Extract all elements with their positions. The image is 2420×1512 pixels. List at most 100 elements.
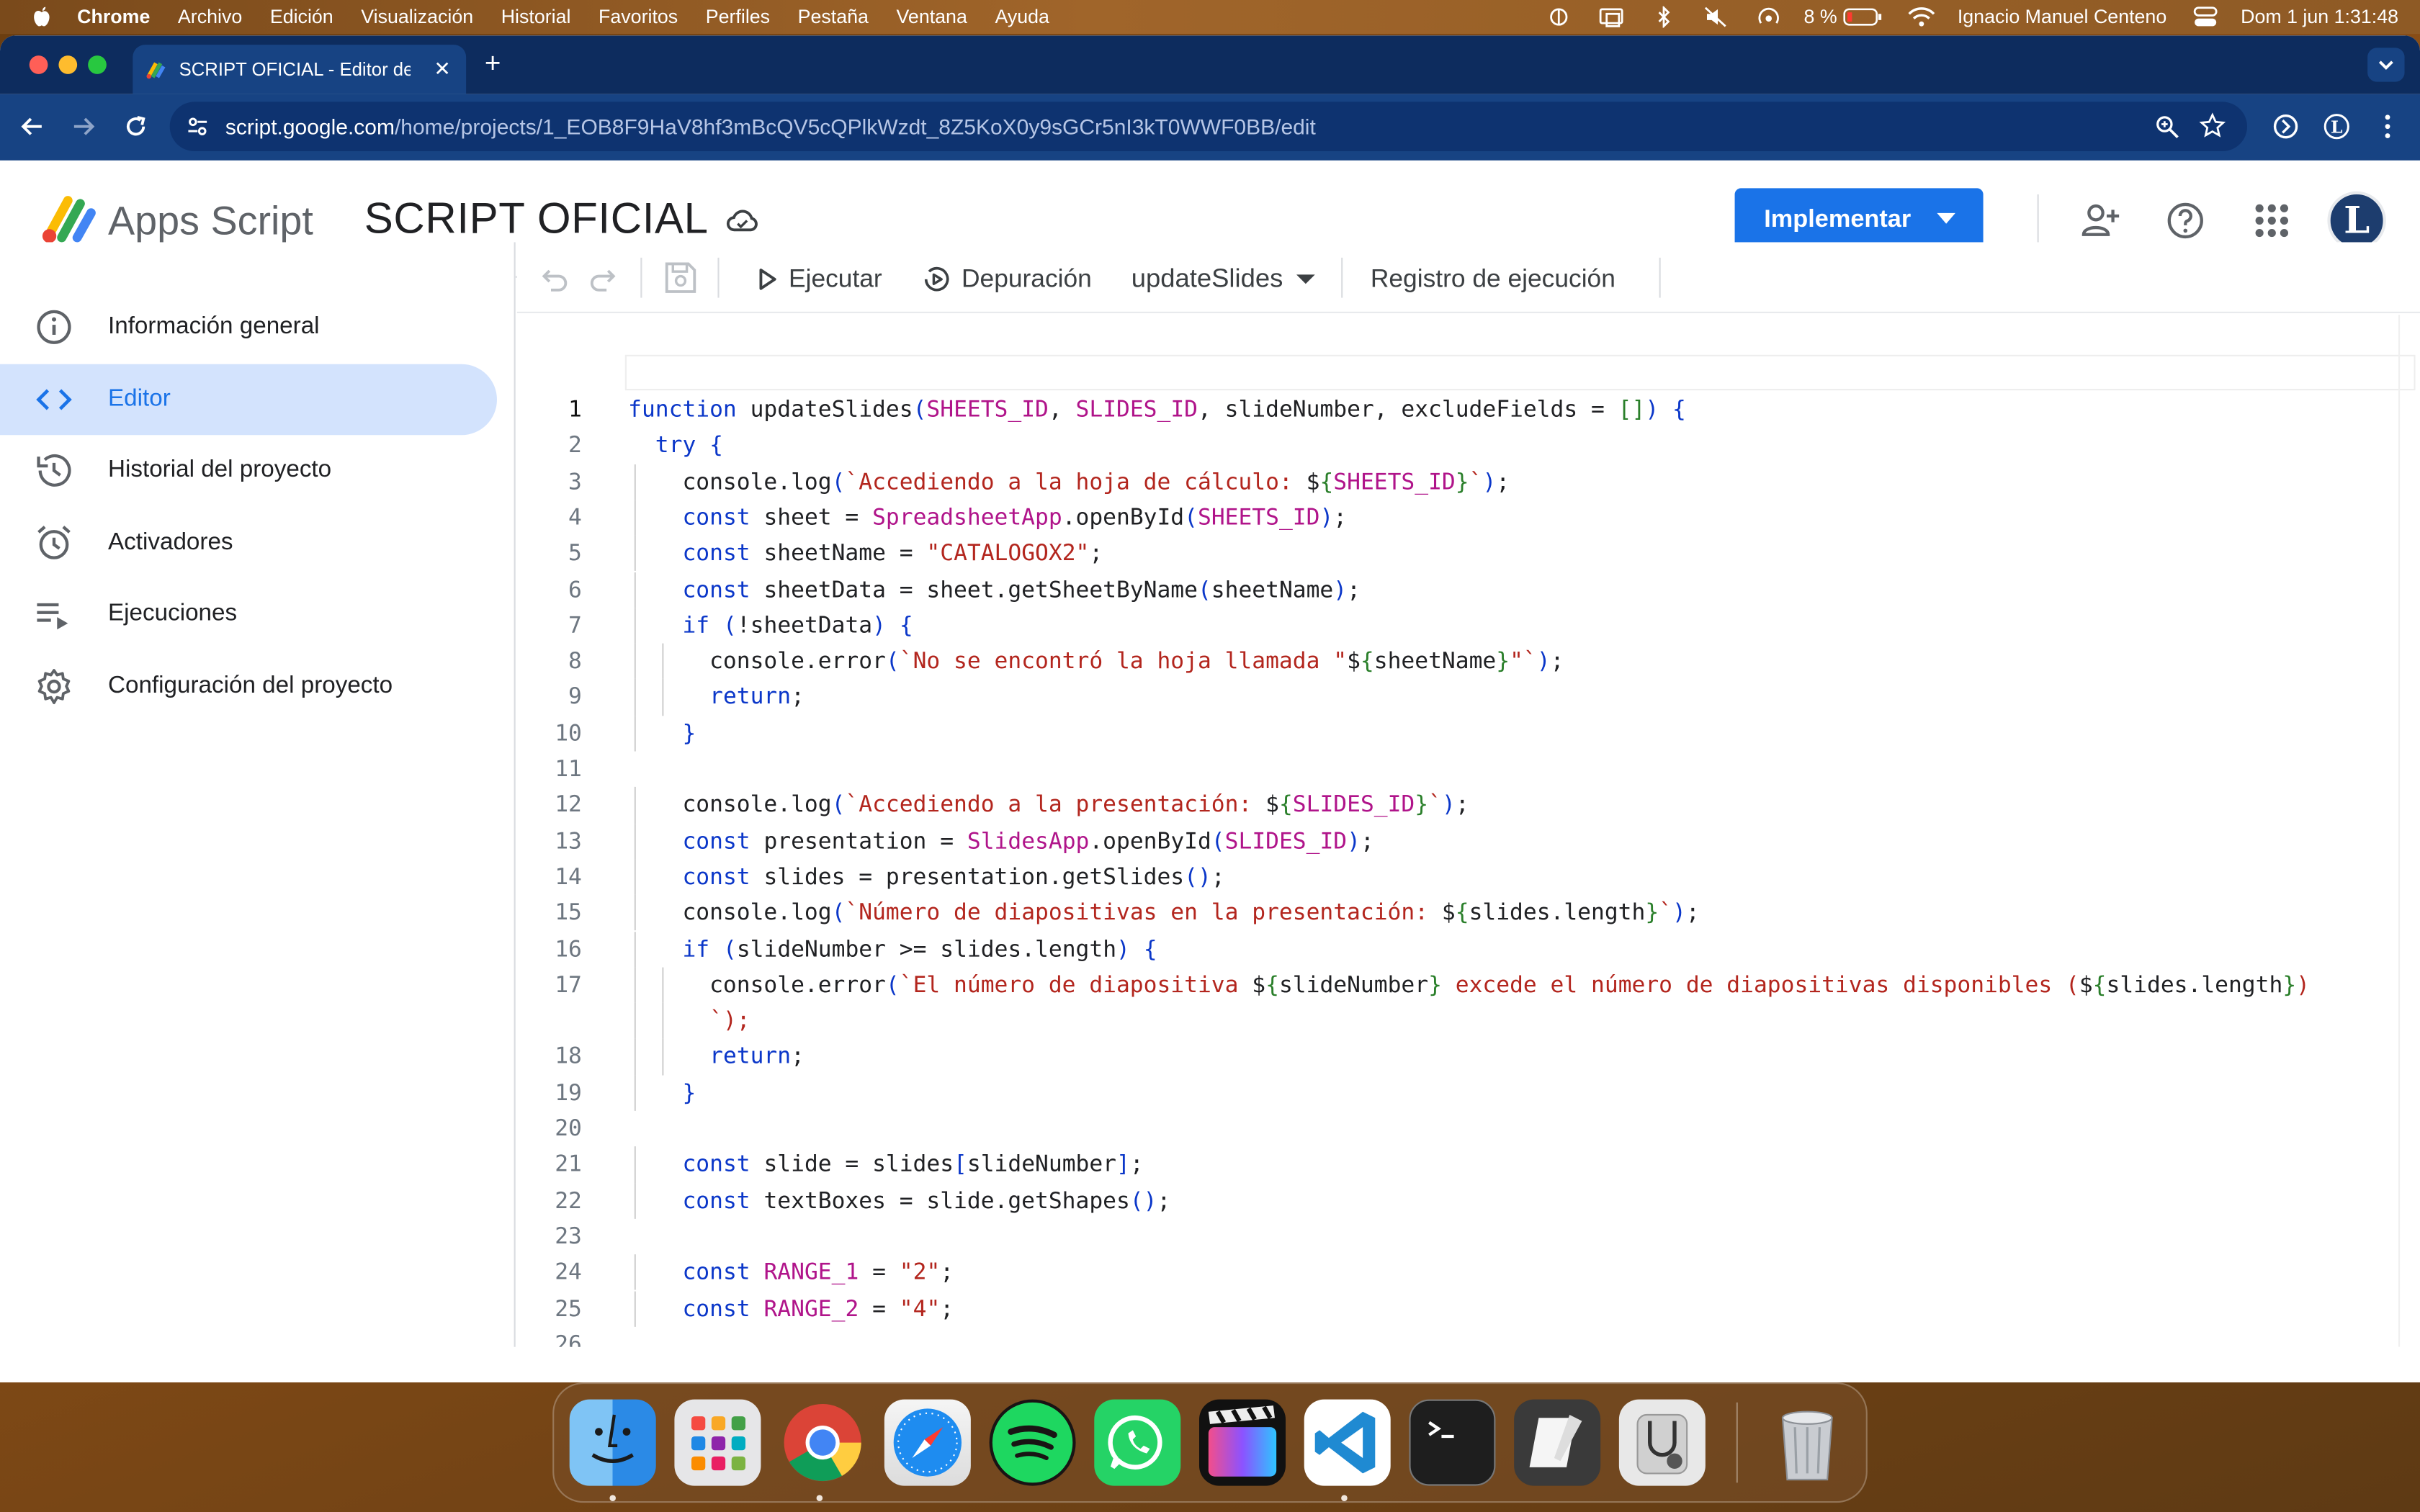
- code-line[interactable]: `);: [517, 1003, 2420, 1039]
- code-line[interactable]: 8 console.error(`No se encontró la hoja …: [517, 643, 2420, 680]
- redo-icon[interactable]: [588, 264, 619, 294]
- sidebar-item-editor[interactable]: Editor: [0, 364, 497, 436]
- profile-extension-icon[interactable]: L: [2323, 112, 2351, 140]
- dock-app-disk-utility[interactable]: [1618, 1399, 1706, 1486]
- screen-mirroring-icon[interactable]: [1597, 6, 1625, 28]
- dock-trash[interactable]: [1764, 1400, 1850, 1486]
- code-line[interactable]: 13 const presentation = SlidesApp.openBy…: [517, 823, 2420, 860]
- zoom-icon[interactable]: [2154, 114, 2179, 139]
- code-line[interactable]: 15 console.log(`Número de diapositivas e…: [517, 895, 2420, 932]
- clock[interactable]: Dom 1 jun 1:31:48: [2241, 6, 2398, 28]
- dock-app-launchpad[interactable]: [674, 1399, 761, 1486]
- code-line[interactable]: 7 if (!sheetData) {: [517, 607, 2420, 644]
- menu-archivo[interactable]: Archivo: [178, 6, 242, 28]
- menu-edicion[interactable]: Edición: [270, 6, 333, 28]
- save-icon[interactable]: [662, 259, 699, 296]
- sidebar-item-settings[interactable]: Configuración del proyecto: [0, 651, 497, 722]
- dock-app-whatsapp[interactable]: [1094, 1399, 1181, 1486]
- code-line[interactable]: 19 }: [517, 1074, 2420, 1111]
- pin-status-icon[interactable]: [1545, 6, 1573, 28]
- dock-app-chrome[interactable]: [779, 1400, 866, 1486]
- code-line[interactable]: 16 if (slideNumber >= slides.length) {: [517, 931, 2420, 968]
- control-center-icon[interactable]: [2192, 6, 2220, 28]
- browser-menu-icon[interactable]: [2374, 112, 2402, 140]
- project-title[interactable]: SCRIPT OFICIAL: [364, 194, 709, 244]
- wifi-icon[interactable]: [1908, 6, 1936, 28]
- code-line[interactable]: 26: [517, 1326, 2420, 1347]
- code-line[interactable]: 18 return;: [517, 1038, 2420, 1075]
- minimize-window-button[interactable]: [58, 55, 78, 74]
- back-icon[interactable]: [19, 112, 47, 140]
- site-info-icon[interactable]: [185, 114, 210, 139]
- apple-logo-icon[interactable]: [28, 6, 56, 28]
- undo-icon[interactable]: [539, 264, 570, 294]
- code-editor[interactable]: 1 function updateSlides(SHEETS_ID, SLIDES…: [516, 315, 2420, 1347]
- dock-app-final-cut-pro[interactable]: [1199, 1399, 1286, 1486]
- code-line[interactable]: 9 return;: [517, 679, 2420, 716]
- code-line[interactable]: 23: [517, 1219, 2420, 1255]
- close-window-button[interactable]: [29, 55, 48, 74]
- tab-close-icon[interactable]: ✕: [434, 57, 450, 81]
- code-line[interactable]: 12 console.log(`Accediendo a la presenta…: [517, 787, 2420, 824]
- menu-ayuda[interactable]: Ayuda: [995, 6, 1049, 28]
- code-line[interactable]: 11: [517, 752, 2420, 788]
- code-line[interactable]: 1 function updateSlides(SHEETS_ID, SLIDES…: [517, 392, 2420, 428]
- execution-log-button[interactable]: Registro de ejecución: [1371, 255, 1615, 305]
- account-avatar[interactable]: L: [2327, 191, 2386, 251]
- dock-app-terminal[interactable]: [1409, 1399, 1496, 1486]
- bookmark-star-icon[interactable]: [2199, 112, 2226, 138]
- user-name[interactable]: Ignacio Manuel Centeno: [1958, 6, 2166, 28]
- reload-icon[interactable]: [122, 112, 150, 140]
- sidebar-item-overview[interactable]: Información general: [0, 292, 497, 363]
- menu-app-name[interactable]: Chrome: [77, 6, 150, 28]
- caret-down-icon[interactable]: [1937, 212, 1955, 225]
- debug-button[interactable]: Depuración: [921, 255, 1092, 305]
- address-bar[interactable]: script.google.com/home/projects/1_EOB8F9…: [169, 102, 2247, 151]
- dock-app-vscode[interactable]: [1304, 1399, 1391, 1486]
- forward-icon[interactable]: [69, 112, 97, 140]
- bluetooth-icon[interactable]: [1649, 6, 1677, 28]
- code-line[interactable]: 17 console.error(`El número de diapositi…: [517, 967, 2420, 1004]
- tab-search-button[interactable]: [2367, 48, 2405, 82]
- menu-ventana[interactable]: Ventana: [897, 6, 967, 28]
- sidebar-item-triggers[interactable]: Activadores: [0, 508, 497, 579]
- extension-icon[interactable]: [2272, 112, 2300, 140]
- code-line[interactable]: 4 const sheet = SpreadsheetApp.openById(…: [517, 500, 2420, 536]
- browser-tab-active[interactable]: SCRIPT OFICIAL - Editor del p ✕: [133, 45, 467, 94]
- vertical-scrollbar[interactable]: [2398, 315, 2420, 1347]
- dock-app-pages[interactable]: [1514, 1399, 1601, 1486]
- code-line[interactable]: 10 }: [517, 715, 2420, 752]
- dock-app-spotify[interactable]: [989, 1399, 1076, 1486]
- code-line[interactable]: 24 const RANGE_1 = "2";: [517, 1254, 2420, 1291]
- code-line[interactable]: 6 const sheetData = sheet.getSheetByName…: [517, 571, 2420, 608]
- menu-favoritos[interactable]: Favoritos: [599, 6, 678, 28]
- code-line[interactable]: 5 const sheetName = "CATALOGOX2";: [517, 535, 2420, 572]
- google-apps-grid-icon[interactable]: [2251, 201, 2292, 241]
- run-button[interactable]: Ejecutar: [755, 255, 882, 305]
- code-line[interactable]: 25 const RANGE_2 = "4";: [517, 1290, 2420, 1327]
- menu-pestana[interactable]: Pestaña: [798, 6, 869, 28]
- code-line[interactable]: 21 const slide = slides[slideNumber];: [517, 1146, 2420, 1183]
- product-name[interactable]: Apps Script: [108, 197, 313, 245]
- dock-app-finder[interactable]: [569, 1399, 656, 1486]
- share-add-person-icon[interactable]: [2081, 201, 2121, 241]
- airdrop-icon[interactable]: [1754, 6, 1783, 28]
- code-line[interactable]: 2 try {: [517, 428, 2420, 464]
- menu-perfiles[interactable]: Perfiles: [706, 6, 770, 28]
- code-line[interactable]: 20: [517, 1111, 2420, 1147]
- battery-icon[interactable]: [1843, 6, 1883, 28]
- sidebar-item-executions[interactable]: Ejecuciones: [0, 579, 497, 650]
- help-icon[interactable]: [2165, 201, 2205, 241]
- code-line[interactable]: 14 const slides = presentation.getSlides…: [517, 859, 2420, 896]
- code-line[interactable]: 22 const textBoxes = slide.getShapes();: [517, 1182, 2420, 1219]
- sidebar-item-history[interactable]: Historial del proyecto: [0, 435, 497, 506]
- sound-muted-icon[interactable]: [1702, 6, 1730, 28]
- menu-visualizacion[interactable]: Visualización: [361, 6, 473, 28]
- menu-historial[interactable]: Historial: [501, 6, 571, 28]
- zoom-window-button[interactable]: [88, 55, 107, 74]
- function-select[interactable]: updateSlides: [1131, 255, 1317, 305]
- apps-script-logo-icon[interactable]: [37, 192, 99, 247]
- dock-app-safari[interactable]: [884, 1399, 971, 1486]
- new-tab-button[interactable]: +: [485, 48, 501, 80]
- code-line[interactable]: 3 console.log(`Accediendo a la hoja de c…: [517, 464, 2420, 500]
